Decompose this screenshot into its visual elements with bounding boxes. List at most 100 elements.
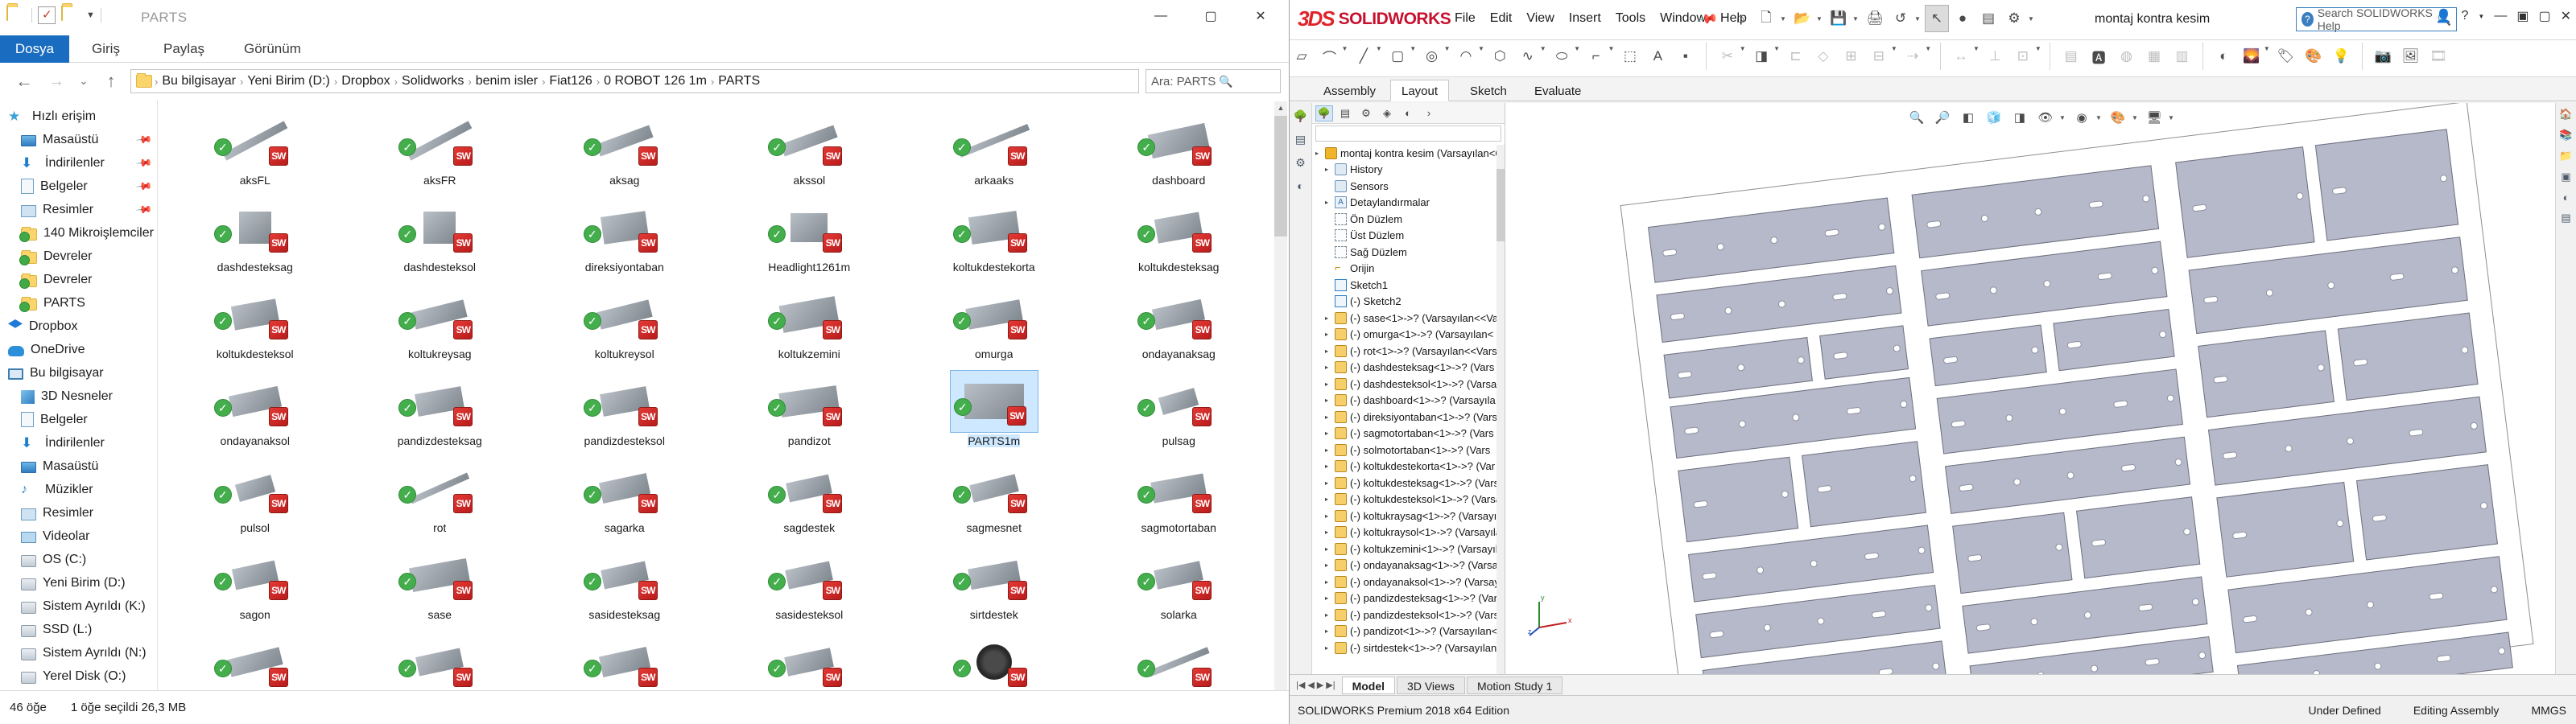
scroll-up-icon[interactable]: ▲ [1274,101,1287,114]
model-sheet-metal-part[interactable] [1620,103,2534,695]
chevron-down-icon[interactable]: ▼ [1773,45,1780,52]
expand-arrow-icon[interactable]: ▸ [1325,331,1335,338]
chevron-down-icon[interactable]: ▼ [86,10,95,20]
open-document-icon[interactable]: 📂 [1790,5,1814,32]
tree-item[interactable]: ▸ (-) koltukdesteksag<1>->? (Vars [1312,475,1496,492]
up-button[interactable]: ↑ [95,65,127,97]
file-thumbnail[interactable]: SW ✓ [765,283,853,346]
breadcrumb[interactable]: › Bu bilgisayar › Yeni Birim (D:) › Drop… [130,69,1139,93]
new-document-icon[interactable]: 🗋 [1754,5,1778,32]
expand-arrow-icon[interactable]: ▸ [1325,166,1335,173]
sidebar-item-masa-st[interactable]: Masaüstü [0,455,157,478]
file-tile[interactable]: SW ✓ Headlight1261m [717,190,902,277]
pin-icon[interactable]: 📌 [135,154,153,172]
tree-item[interactable]: ▸ (-) sagmotortaban<1>->? (Vars [1312,426,1496,442]
file-thumbnail[interactable]: SW ✓ [580,457,669,520]
zoom-to-fit-icon[interactable]: 🔍 [1905,106,1929,129]
tree-item[interactable]: Ön Düzlem [1312,211,1496,228]
extrude-boss-icon[interactable]: ◨ [1749,40,1773,72]
file-thumbnail[interactable]: SW ✓ [395,370,484,433]
fillet-icon[interactable]: ⌐ [1584,40,1608,72]
sidebar-item-h-zl-eri-im[interactable]: ★ Hızlı erişim [0,105,157,128]
file-thumbnail[interactable]: SW ✓ [950,283,1038,346]
nested-plate[interactable] [1929,324,2047,387]
note-icon[interactable]: ▤ [2059,40,2083,72]
file-thumbnail[interactable]: SW ✓ [211,283,299,346]
tree-toolbar[interactable]: 🌳 ▤ ⚙ ◈ ◐ › [1312,103,1505,124]
sidebar-item-140-mikroi-lemciler[interactable]: 140 Mikroişlemciler [0,221,157,245]
tree-vertical-scrollbar[interactable] [1496,145,1505,677]
file-thumbnail[interactable]: SW ✓ [211,631,299,693]
pin-icon[interactable]: 📌 [135,130,153,149]
close-button[interactable]: ✕ [1236,0,1286,32]
file-thumbnail[interactable]: SW ✓ [765,109,853,172]
back-button[interactable]: ← [8,65,40,97]
text-icon[interactable]: A [1645,40,1670,72]
nested-plate[interactable] [2216,482,2355,578]
tree-item[interactable]: ▸ A Detaylandırmalar [1312,195,1496,212]
chevron-down-icon[interactable]: ▼ [1925,45,1931,52]
file-thumbnail[interactable]: SW ✓ [211,109,299,172]
view-orientation-icon[interactable]: 🧊 [1982,106,2006,129]
file-tile[interactable]: SW ✓ sagmesnet [902,450,1087,537]
file-tile[interactable]: SW ✓ koltukzemini [717,277,902,364]
chevron-down-icon[interactable]: ▼ [1852,15,1861,23]
maximize-button[interactable]: ▢ [2538,8,2550,24]
tree-item[interactable]: ▸ (-) rot<1>->? (Varsayılan<<Vars [1312,343,1496,360]
tree-item[interactable]: ▸ (-) pandizot<1>->? (Varsayılan< [1312,623,1496,640]
view-palette-icon[interactable]: ▣ [2561,171,2570,183]
sidebar-item-onedrive[interactable]: OneDrive [0,338,157,361]
model-tab-3d-views[interactable]: 3D Views [1397,676,1465,694]
expand-arrow-icon[interactable]: ▸ [1325,545,1335,553]
chevron-down-icon[interactable]: ▼ [2028,15,2037,23]
file-tile[interactable]: SW ✓ dashdesteksol [348,190,533,277]
file-thumbnail[interactable]: SW ✓ [1134,544,1223,607]
tab-evaluate[interactable]: Evaluate [1523,80,1592,101]
sidebar-item-os-c[interactable]: OS (C:) [0,548,157,571]
tree-item[interactable]: ▸ History [1312,162,1496,179]
custom-properties-icon[interactable]: ▤ [2561,212,2570,224]
nested-plate[interactable] [1952,512,2073,594]
expand-arrow-icon[interactable]: ▸ [1325,315,1335,322]
file-thumbnail[interactable]: SW ✓ [950,196,1038,259]
menu-file[interactable]: File [1455,11,1476,26]
ellipse-icon[interactable]: ⬭ [1550,40,1574,72]
chevron-down-icon[interactable]: ▼ [1478,45,1484,52]
line-icon[interactable]: ╱ [1352,40,1376,72]
tab-nav-arrows[interactable]: |◀ ◀ ▶ ▶| [1296,680,1340,690]
sidebar-item-i-ndirilenler[interactable]: ⬇ İndirilenler 📌 [0,151,157,175]
file-thumbnail[interactable]: SW ✓ [765,370,853,433]
properties-icon[interactable] [38,6,56,24]
offset-entities-icon[interactable]: ◇ [1811,40,1835,72]
point-icon[interactable]: ▪ [1674,40,1698,72]
expand-arrow-icon[interactable]: ▸ [1325,446,1335,454]
sidebar-item-ssd-l[interactable]: SSD (L:) [0,618,157,641]
appearances-icon[interactable]: ◐ [1399,105,1417,121]
expand-arrow-icon[interactable]: ▸ [1325,199,1335,206]
sidebar-item-sistem-ayr-ld-n[interactable]: Sistem Ayrıldı (N:) [0,641,157,664]
sidebar-item-masa-st[interactable]: Masaüstü 📌 [0,128,157,151]
polygon-icon[interactable]: ⬡ [1488,40,1512,72]
file-thumbnail[interactable]: SW ✓ [950,109,1038,172]
appearance-icon[interactable]: ◐ [2211,40,2235,72]
nested-plate[interactable] [2175,146,2315,258]
chevron-down-icon[interactable]: ▼ [1341,45,1348,52]
tree-item[interactable]: ▸ (-) koltukraysag<1>->? (Varsayıl [1312,508,1496,524]
property-manager-icon[interactable]: ▤ [1336,105,1354,121]
help-search-input[interactable]: ? Search SOLIDWORKS Help 🔍 [2296,6,2457,32]
nested-plate[interactable] [1678,456,1799,543]
model-tab-motion-study[interactable]: Motion Study 1 [1466,676,1563,694]
property-manager-tab-icon[interactable]: ▤ [1295,133,1306,146]
tree-item[interactable]: ▸ (-) solmotortaban<1>->? (Vars [1312,442,1496,459]
tree-item[interactable]: ▸ (-) pandizdesteksol<1>->? (Vars [1312,607,1496,623]
chevron-down-icon[interactable]: ▼ [1410,45,1416,52]
bom-icon[interactable]: ▥ [2170,40,2194,72]
file-thumbnail[interactable]: SW ✓ [1134,631,1223,693]
dimxpert-icon[interactable]: ◈ [1378,105,1396,121]
file-tile[interactable]: SW ✓ arkaaks [902,103,1087,190]
tree-item[interactable]: ▸ (-) dashboard<1>->? (Varsayıla [1312,393,1496,409]
menu-tools[interactable]: Tools [1616,11,1645,26]
render-icon[interactable]: 🎨 [2301,40,2326,72]
feature-manager-rail[interactable]: 🌳 ▤ ⚙ ◐ [1290,103,1312,695]
tree-item[interactable]: (-) Sketch2 [1312,294,1496,311]
